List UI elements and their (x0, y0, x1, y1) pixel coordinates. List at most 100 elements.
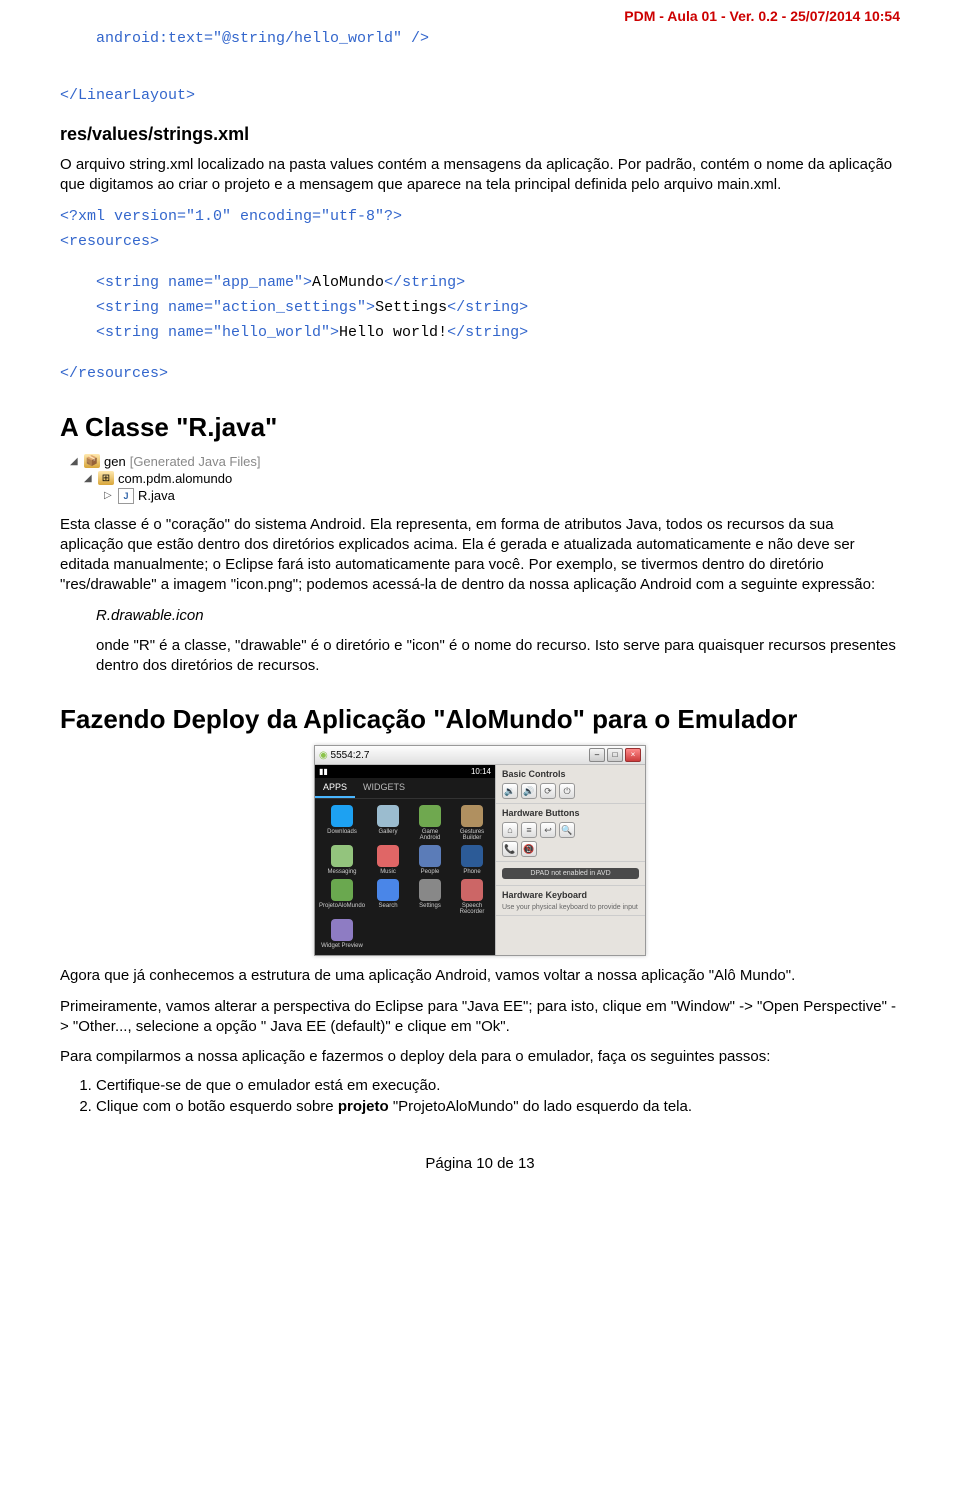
emulator-titlebar: ◉ 5554:2.7 – □ × (315, 746, 645, 765)
tab-widgets[interactable]: WIDGETS (355, 778, 413, 798)
minimize-icon[interactable]: – (589, 748, 605, 762)
app-label: Gallery (369, 829, 407, 835)
emulator-title: 5554:2.7 (331, 750, 370, 761)
app-icon (377, 805, 399, 827)
rjava-explanation: onde "R" é a classe, "drawable" é o dire… (60, 636, 900, 677)
app-icon (377, 879, 399, 901)
app-search[interactable]: Search (369, 879, 407, 915)
app-label: Settings (411, 903, 449, 909)
app-label: Widget Preview (319, 943, 365, 949)
app-label: Speech Recorder (453, 903, 491, 915)
volume-down-icon[interactable]: 🔉 (502, 783, 518, 799)
step-1: Certifique-se de que o emulador está em … (96, 1077, 900, 1094)
rotate-icon[interactable]: ⟳ (540, 783, 556, 799)
app-people[interactable]: People (411, 845, 449, 875)
app-label: ProjetoAloMundo (319, 903, 365, 909)
app-settings[interactable]: Settings (411, 879, 449, 915)
app-icon (331, 919, 353, 941)
page-content: android:text="@string/hello_world" /> </… (0, 28, 960, 1202)
maximize-icon[interactable]: □ (607, 748, 623, 762)
page-footer: Página 10 de 13 (60, 1155, 900, 1172)
app-icon (331, 845, 353, 867)
code-closing-tag: </LinearLayout> (60, 85, 900, 106)
app-label: People (411, 869, 449, 875)
power-icon[interactable]: ⏻ (559, 783, 575, 799)
phone-screen: ▮▮ 10:14 APPS WIDGETS Downloads Gallery Ga… (315, 765, 495, 955)
app-icon (419, 805, 441, 827)
app-widget-preview[interactable]: Widget Preview (319, 919, 365, 949)
deploy-heading: Fazendo Deploy da Aplicação "AloMundo" p… (60, 704, 900, 735)
chevron-down-icon: ◢ (84, 473, 94, 484)
tree-file-label: R.java (138, 488, 175, 503)
tree-gen-label: gen (104, 454, 126, 469)
compile-intro: Para compilarmos a nossa aplicação e faz… (60, 1047, 900, 1067)
resources-open: <resources> (60, 231, 900, 252)
java-file-icon: J (118, 488, 134, 504)
app-icon (419, 879, 441, 901)
hardware-keyboard-hint: Use your physical keyboard to provide in… (502, 904, 639, 911)
rjava-expression: R.drawable.icon (60, 606, 900, 626)
app-label: Search (369, 903, 407, 909)
app-label: Messaging (319, 869, 365, 875)
app-icon (461, 845, 483, 867)
chevron-down-icon: ◢ (70, 456, 80, 467)
home-icon[interactable]: ⌂ (502, 822, 518, 838)
close-icon[interactable]: × (625, 748, 641, 762)
resources-close: </resources> (60, 363, 900, 384)
volume-up-icon[interactable]: 🔊 (521, 783, 537, 799)
back-icon[interactable]: ↩ (540, 822, 556, 838)
app-downloads[interactable]: Downloads (319, 805, 365, 841)
signal-icon: ▮▮ (319, 767, 328, 776)
app-label: Game Android (411, 829, 449, 841)
xml-declaration: <?xml version="1.0" encoding="utf-8"?> (60, 206, 900, 227)
call-icon[interactable]: 📞 (502, 841, 518, 857)
code-attr-line: android:text="@string/hello_world" /> (60, 28, 900, 49)
app-gestures-builder[interactable]: Gestures Builder (453, 805, 491, 841)
app-messaging[interactable]: Messaging (319, 845, 365, 875)
string-actionsettings: <string name="action_settings">Settings<… (60, 297, 900, 318)
emulator-window: ◉ 5554:2.7 – □ × ▮▮ 10:14 APPS WIDGETS D… (314, 745, 646, 956)
app-label: Music (369, 869, 407, 875)
app-gallery[interactable]: Gallery (369, 805, 407, 841)
app-icon (331, 879, 353, 901)
string-appname: <string name="app_name">AloMundo</string… (60, 272, 900, 293)
app-icon (419, 845, 441, 867)
page-header: PDM - Aula 01 - Ver. 0.2 - 25/07/2014 10… (0, 0, 960, 24)
tree-package-label: com.pdm.alomundo (118, 471, 232, 486)
app-game-android[interactable]: Game Android (411, 805, 449, 841)
rjava-heading: A Classe "R.java" (60, 412, 900, 443)
package-icon: ⊞ (98, 471, 114, 485)
hardware-keyboard-label: Hardware Keyboard (502, 890, 639, 900)
app-phone[interactable]: Phone (453, 845, 491, 875)
status-time: 10:14 (471, 767, 491, 776)
strings-xml-heading: res/values/strings.xml (60, 124, 900, 145)
basic-controls-label: Basic Controls (502, 769, 639, 779)
deploy-steps: Certifique-se de que o emulador está em … (96, 1077, 900, 1115)
package-tree: ◢ 📦 gen [Generated Java Files] ◢ ⊞ com.p… (70, 453, 900, 505)
chevron-right-icon: ▷ (104, 490, 114, 501)
app-grid: Downloads Gallery Game Android Gestures Bui… (315, 799, 495, 955)
app-icon (461, 805, 483, 827)
app-label: Gestures Builder (453, 829, 491, 841)
app-music[interactable]: Music (369, 845, 407, 875)
tab-apps[interactable]: APPS (315, 778, 355, 798)
deploy-intro: Agora que já conhecemos a estrutura de u… (60, 966, 900, 986)
app-icon (461, 879, 483, 901)
menu-icon[interactable]: ≡ (521, 822, 537, 838)
strings-xml-description: O arquivo string.xml localizado na pasta… (60, 155, 900, 196)
endcall-icon[interactable]: 📵 (521, 841, 537, 857)
tree-gen-hint: [Generated Java Files] (130, 454, 261, 469)
app-projetoalomundo[interactable]: ProjetoAloMundo (319, 879, 365, 915)
perspective-instructions: Primeiramente, vamos alterar a perspecti… (60, 997, 900, 1038)
app-icon (377, 845, 399, 867)
hardware-buttons-label: Hardware Buttons (502, 808, 639, 818)
android-icon: ◉ (319, 750, 328, 761)
search-icon[interactable]: 🔍 (559, 822, 575, 838)
step-2: Clique com o botão esquerdo sobre projet… (96, 1098, 900, 1115)
rjava-description: Esta classe é o "coração" do sistema And… (60, 515, 900, 596)
emulator-side-panel: Basic Controls 🔉 🔊 ⟳ ⏻ Hardware Buttons … (495, 765, 645, 955)
app-speech-recorder[interactable]: Speech Recorder (453, 879, 491, 915)
dpad-disabled-label: DPAD not enabled in AVD (502, 868, 639, 879)
app-icon (331, 805, 353, 827)
app-label: Downloads (319, 829, 365, 835)
